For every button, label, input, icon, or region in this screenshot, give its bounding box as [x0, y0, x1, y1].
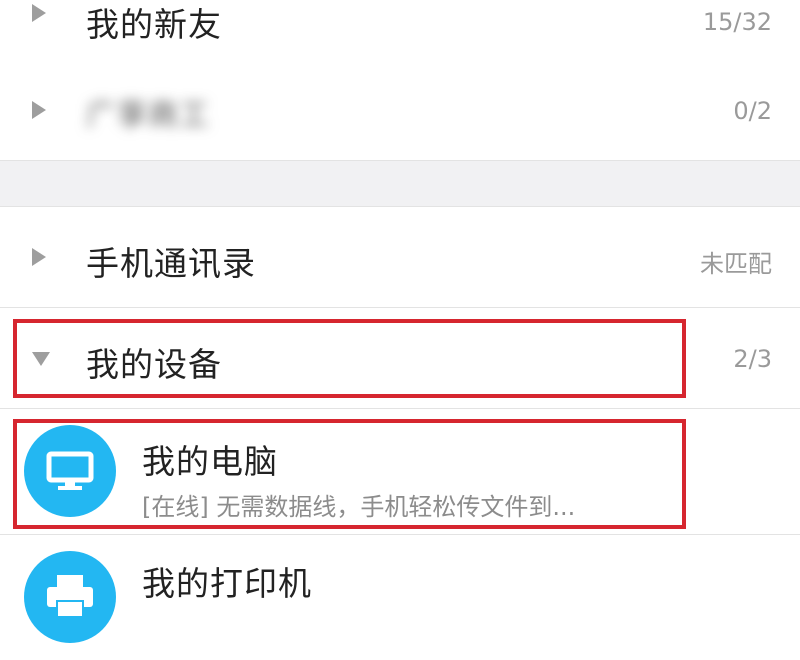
expand-arrow-icon	[32, 101, 46, 119]
group-count: 未匹配	[700, 250, 772, 278]
section-spacer	[0, 161, 800, 207]
group-row-my-devices[interactable]: 我的设备 2/3	[0, 308, 800, 409]
group-count: 15/32	[702, 8, 772, 36]
monitor-icon	[46, 451, 94, 490]
device-avatar	[24, 551, 116, 643]
expand-arrow-icon	[32, 248, 46, 266]
group-row-phone-contacts[interactable]: 手机通讯录 未匹配	[0, 207, 800, 308]
group-count: 0/2	[733, 97, 772, 125]
group-title: 广享商工	[86, 98, 210, 133]
device-title: 我的打印机	[142, 564, 312, 603]
device-title: 我的电脑	[142, 442, 278, 481]
group-title: 我的新友	[86, 5, 222, 44]
group-row-new-friends[interactable]: 我的新友 15/32	[0, 0, 800, 61]
group-row-blurred[interactable]: 广享商工 0/2	[0, 60, 800, 161]
device-row-my-computer[interactable]: 我的电脑 [在线] 无需数据线，手机轻松传文件到...	[0, 409, 800, 535]
group-count: 2/3	[733, 345, 772, 373]
printer-icon	[47, 575, 93, 618]
device-subtitle: [在线] 无需数据线，手机轻松传文件到...	[142, 493, 576, 521]
device-row-my-printer[interactable]: 我的打印机	[0, 535, 800, 660]
group-title: 手机通讯录	[86, 244, 256, 283]
expand-arrow-icon	[32, 4, 46, 22]
group-title: 我的设备	[86, 345, 222, 384]
collapse-arrow-icon	[32, 352, 50, 366]
device-avatar	[24, 425, 116, 517]
